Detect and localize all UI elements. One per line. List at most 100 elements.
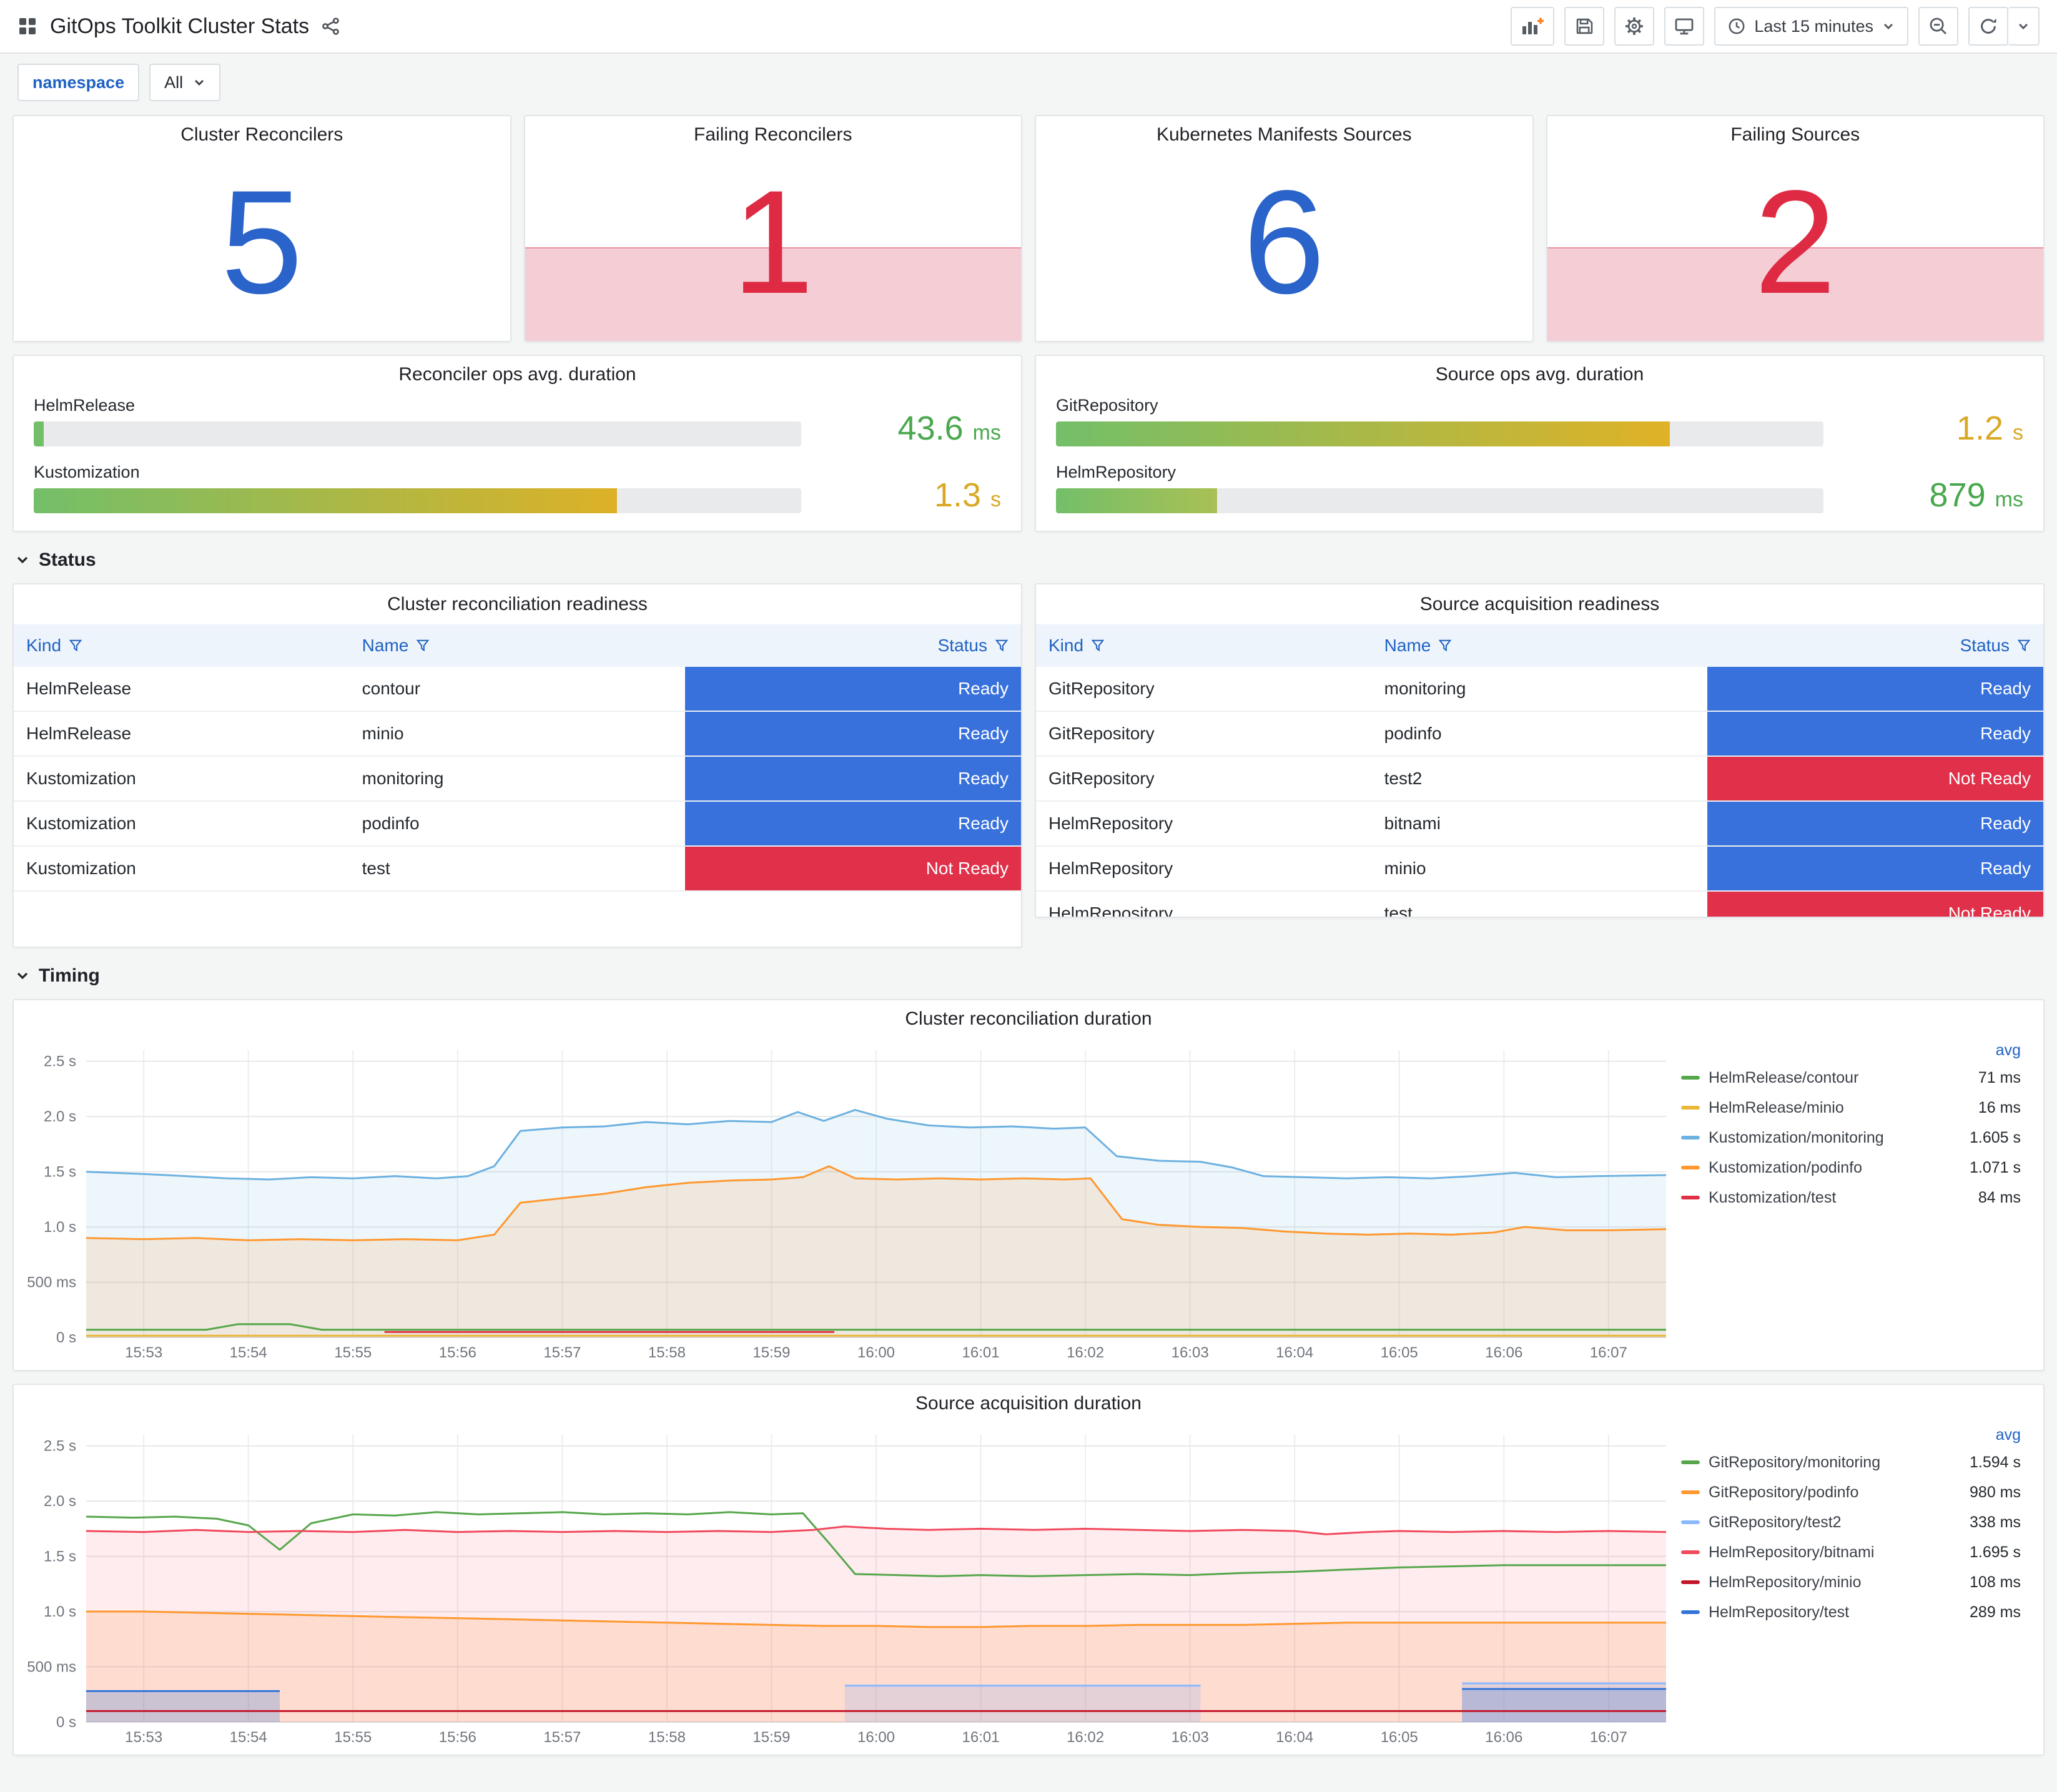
legend-avg-value: 289 ms <box>1970 1603 2021 1621</box>
svg-text:2.5 s: 2.5 s <box>44 1438 76 1455</box>
series-color-dash <box>1681 1520 1700 1524</box>
svg-text:1.0 s: 1.0 s <box>44 1219 76 1236</box>
svg-text:16:05: 16:05 <box>1381 1729 1418 1746</box>
status-badge: Ready <box>685 802 1021 845</box>
legend-series-name[interactable]: Kustomization/monitoring <box>1709 1129 1961 1147</box>
svg-text:15:58: 15:58 <box>648 1729 686 1746</box>
column-header-name[interactable]: Name <box>349 624 686 667</box>
legend-avg-value: 338 ms <box>1970 1513 2021 1531</box>
cell-name: bitnami <box>1371 801 1708 847</box>
svg-text:16:06: 16:06 <box>1485 1729 1522 1746</box>
series-color-dash <box>1681 1550 1700 1554</box>
zoom-out-button[interactable] <box>1918 7 1958 46</box>
panel-title[interactable]: Reconciler ops avg. duration <box>14 356 1021 393</box>
svg-text:15:53: 15:53 <box>125 1344 162 1361</box>
add-panel-button[interactable] <box>1511 7 1555 46</box>
filter-icon <box>2017 639 2031 652</box>
variable-namespace-select[interactable]: All <box>149 64 221 101</box>
gauge-value: 1.2 s <box>1956 410 2023 447</box>
svg-text:1.0 s: 1.0 s <box>44 1603 76 1620</box>
legend-avg-value: 108 ms <box>1970 1573 2021 1591</box>
legend-avg-value: 16 ms <box>1978 1098 2021 1116</box>
filter-icon <box>1439 639 1452 652</box>
cell-status: Ready <box>1707 711 2043 757</box>
cell-status: Not Ready <box>1707 756 2043 802</box>
bar-gauge-body: GitRepository 1.2 s HelmRepository 879 ms <box>1036 393 2043 528</box>
stat-value: 5 <box>220 160 303 325</box>
svg-text:2.5 s: 2.5 s <box>44 1053 76 1070</box>
legend-series-name[interactable]: GitRepository/monitoring <box>1709 1454 1961 1472</box>
legend-series-name[interactable]: HelmRepository/test <box>1709 1603 1961 1622</box>
refresh-interval-dropdown[interactable] <box>2008 7 2040 46</box>
time-series-chart[interactable]: 0 s 500 ms 1.0 s 1.5 s 2.0 s 2.5 s 15:53 15:54 1… <box>19 1038 1676 1365</box>
refresh-button[interactable] <box>1968 7 2008 46</box>
legend-series-name[interactable]: Kustomization/podinfo <box>1709 1159 1961 1177</box>
panel-title[interactable]: Source ops avg. duration <box>1036 356 2043 393</box>
series-color-dash <box>1681 1136 1700 1140</box>
gauge-label: Kustomization <box>34 463 140 481</box>
section-status[interactable]: Status <box>12 544 2045 571</box>
legend-series-name[interactable]: GitRepository/podinfo <box>1709 1484 1961 1502</box>
legend-avg-value: 1.695 s <box>1969 1543 2021 1561</box>
svg-text:16:03: 16:03 <box>1172 1729 1209 1746</box>
panel-title[interactable]: Source acquisition readiness <box>1036 584 2043 624</box>
tv-mode-button[interactable] <box>1664 7 1705 46</box>
gauge-value: 879 ms <box>1929 476 2023 514</box>
template-variables-row: namespace All <box>0 52 2057 112</box>
legend-series-name[interactable]: HelmRepository/minio <box>1709 1573 1961 1592</box>
column-header-status[interactable]: Status <box>1707 624 2043 667</box>
cell-name: minio <box>1371 846 1708 892</box>
svg-text:15:53: 15:53 <box>125 1729 162 1746</box>
time-controls: Last 15 minutes <box>1714 7 1908 46</box>
gauge-row: Kustomization 1.3 s <box>34 463 1001 513</box>
status-badge: Ready <box>1707 847 2043 890</box>
gauge-bar <box>1056 421 1670 446</box>
table-row: Kustomization monitoring Ready <box>14 756 1021 802</box>
svg-text:15:59: 15:59 <box>752 1729 790 1746</box>
table-row: Kustomization podinfo Ready <box>14 801 1021 847</box>
time-series-chart[interactable]: 0 s 500 ms 1.0 s 1.5 s 2.0 s 2.5 s 15:53 15:54 1… <box>19 1422 1676 1750</box>
legend-series-name[interactable]: HelmRelease/contour <box>1709 1069 1970 1087</box>
column-header-kind[interactable]: Kind <box>1036 624 1372 667</box>
series-color-dash <box>1681 1196 1700 1199</box>
gauge-label: HelmRelease <box>34 396 136 415</box>
legend-avg-header[interactable]: avg <box>1681 1422 2021 1447</box>
svg-text:15:58: 15:58 <box>648 1344 686 1361</box>
time-series-plot[interactable]: 0 s 500 ms 1.0 s 1.5 s 2.0 s 2.5 s 15:53 15:54 1… <box>19 1422 1676 1750</box>
status-badge: Ready <box>1707 712 2043 755</box>
status-badge: Not Ready <box>685 847 1021 890</box>
panel-title[interactable]: Cluster reconciliation duration <box>14 1000 2043 1038</box>
dashboard-grid-icon[interactable] <box>17 16 37 36</box>
panel-reconciler-ops-duration: Reconciler ops avg. duration HelmRelease… <box>12 355 1022 532</box>
gauge-label: HelmRepository <box>1056 463 1176 481</box>
legend-series-name[interactable]: HelmRepository/bitnami <box>1709 1543 1961 1562</box>
status-badge: Not Ready <box>1707 892 2043 917</box>
legend-series-name[interactable]: Kustomization/test <box>1709 1189 1970 1207</box>
panel-source-acquisition-readiness: Source acquisition readiness Kind Name Sta… <box>1035 583 2045 918</box>
panel-title[interactable]: Source acquisition duration <box>14 1385 2043 1422</box>
time-series-plot[interactable]: 0 s 500 ms 1.0 s 1.5 s 2.0 s 2.5 s 15:53 15:54 1… <box>19 1038 1676 1365</box>
time-range-picker[interactable]: Last 15 minutes <box>1714 7 1908 46</box>
table-row: HelmRelease minio Ready <box>14 711 1021 757</box>
legend-avg-header[interactable]: avg <box>1681 1038 2021 1063</box>
column-header-name[interactable]: Name <box>1371 624 1708 667</box>
stats-row: Cluster Reconcilers 5 Failing Reconciler… <box>12 115 2045 342</box>
cell-kind: HelmRepository <box>1036 891 1372 917</box>
share-icon[interactable] <box>322 17 340 36</box>
panel-title[interactable]: Cluster reconciliation readiness <box>14 584 1021 624</box>
column-header-status[interactable]: Status <box>685 624 1021 667</box>
settings-gear-button[interactable] <box>1614 7 1655 46</box>
gauge-bar <box>1056 488 1218 513</box>
table-row: GitRepository monitoring Ready <box>1036 667 2043 712</box>
legend-series-name[interactable]: HelmRelease/minio <box>1709 1099 1970 1117</box>
svg-text:0 s: 0 s <box>56 1714 76 1731</box>
variable-namespace-label[interactable]: namespace <box>17 64 140 101</box>
cell-kind: Kustomization <box>14 756 350 802</box>
save-dashboard-button[interactable] <box>1564 7 1605 46</box>
toolbar-right: Last 15 minutes <box>1511 7 2040 46</box>
section-timing[interactable]: Timing <box>12 960 2045 987</box>
svg-text:15:55: 15:55 <box>334 1729 372 1746</box>
column-header-kind[interactable]: Kind <box>14 624 350 667</box>
svg-text:15:55: 15:55 <box>334 1344 372 1361</box>
legend-series-name[interactable]: GitRepository/test2 <box>1709 1514 1961 1532</box>
